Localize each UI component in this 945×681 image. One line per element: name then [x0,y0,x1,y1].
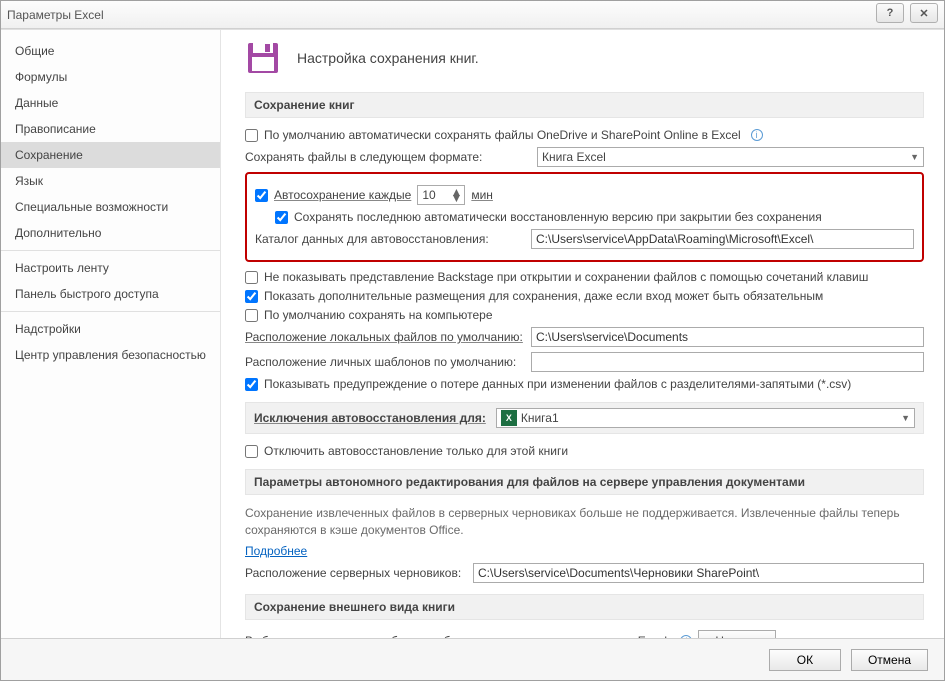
excel-icon: X [501,410,517,426]
dropdown-workbook[interactable]: X Книга1 ▼ [496,408,915,428]
sidebar-item-save[interactable]: Сохранение [1,142,220,168]
label-no-backstage: Не показывать представление Backstage пр… [264,270,868,284]
chevron-down-icon: ▼ [910,152,919,162]
label-local-path: Расположение локальных файлов по умолчан… [245,330,525,344]
row-keep-last-autosaved: Сохранять последнюю автоматически восста… [275,210,914,224]
input-recovery-path-value: C:\Users\service\AppData\Roaming\Microso… [536,232,813,246]
sidebar-separator [1,311,220,312]
options-dialog: Параметры Excel ? ✕ Общие Формулы Данные… [0,0,945,681]
row-save-local: По умолчанию сохранять на компьютере [245,308,924,322]
label-csv-warning: Показывать предупреждение о потере данны… [264,377,851,391]
label-keep-last-autosaved: Сохранять последнюю автоматически восста… [294,210,822,224]
checkbox-keep-last-autosaved[interactable] [275,211,288,224]
save-icon [245,40,281,76]
help-button[interactable]: ? [876,3,904,23]
section-exclusions-title: Исключения автовосстановления для: X Кни… [245,402,924,434]
input-drafts-path[interactable]: C:\Users\service\Documents\Черновики Sha… [473,563,924,583]
checkbox-autosave-cloud[interactable] [245,129,258,142]
row-no-backstage: Не показывать представление Backstage пр… [245,270,924,284]
sidebar-item-trust-center[interactable]: Центр управления безопасностью [1,342,220,368]
offline-note-text: Сохранение извлеченных файлов в серверны… [245,505,924,539]
chevron-down-icon: ▼ [901,413,910,423]
dropdown-save-format[interactable]: Книга Excel ▼ [537,147,924,167]
input-drafts-path-value: C:\Users\service\Documents\Черновики Sha… [478,566,759,580]
label-drafts-path: Расположение серверных черновиков: [245,566,467,580]
row-show-additional: Показать дополнительные размещения для с… [245,289,924,303]
sidebar-separator [1,250,220,251]
checkbox-save-local[interactable] [245,309,258,322]
info-icon[interactable]: i [680,635,692,638]
row-autosave-cloud: По умолчанию автоматически сохранять фай… [245,128,924,142]
close-button[interactable]: ✕ [910,3,938,23]
checkbox-autosave-interval[interactable] [255,189,268,202]
label-templates-path: Расположение личных шаблонов по умолчани… [245,355,525,369]
ok-button[interactable]: ОК [769,649,841,671]
panel-title: Настройка сохранения книг. [297,50,479,66]
titlebar: Параметры Excel ? ✕ [1,1,944,29]
input-templates-path[interactable] [531,352,924,372]
row-offline-note: Сохранение извлеченных файлов в серверны… [245,505,924,539]
cancel-button[interactable]: Отмена [851,649,928,671]
sidebar-item-addins[interactable]: Надстройки [1,316,220,342]
panel-header: Настройка сохранения книг. [245,40,924,76]
section-offline-title: Параметры автономного редактирования для… [245,469,924,495]
row-disable-autorecover: Отключить автовосстановление только для … [245,444,924,458]
checkbox-csv-warning[interactable] [245,378,258,391]
sidebar-item-general[interactable]: Общие [1,38,220,64]
label-colors: Выберите цвета, которые будут отображать… [245,634,670,638]
button-colors[interactable]: Цвета... [698,630,775,638]
sidebar-item-data[interactable]: Данные [1,90,220,116]
dropdown-save-format-value: Книга Excel [542,150,606,164]
input-local-path-value: C:\Users\service\Documents [536,330,688,344]
label-save-format: Сохранять файлы в следующем формате: [245,150,531,164]
sidebar-item-accessibility[interactable]: Специальные возможности [1,194,220,220]
input-recovery-path[interactable]: C:\Users\service\AppData\Roaming\Microso… [531,229,914,249]
checkbox-no-backstage[interactable] [245,271,258,284]
label-recovery-path: Каталог данных для автовосстановления: [255,232,525,246]
section-save-books-title: Сохранение книг [245,92,924,118]
dropdown-workbook-value: Книга1 [521,411,559,425]
sidebar-item-customize-ribbon[interactable]: Настроить ленту [1,255,220,281]
row-autosave-interval: Автосохранение каждые 10 ▲▼ мин [255,185,914,205]
input-local-path[interactable]: C:\Users\service\Documents [531,327,924,347]
label-show-additional: Показать дополнительные размещения для с… [264,289,823,303]
row-csv-warning: Показывать предупреждение о потере данны… [245,377,924,391]
link-more[interactable]: Подробнее [245,544,307,558]
sidebar-item-formulas[interactable]: Формулы [1,64,220,90]
row-colors: Выберите цвета, которые будут отображать… [245,630,924,638]
sidebar-item-language[interactable]: Язык [1,168,220,194]
window-title: Параметры Excel [7,8,104,22]
label-autosave-cloud: По умолчанию автоматически сохранять фай… [264,128,741,142]
settings-panel: Настройка сохранения книг. Сохранение кн… [221,30,944,638]
sidebar-item-advanced[interactable]: Дополнительно [1,220,220,246]
label-save-local: По умолчанию сохранять на компьютере [264,308,493,322]
row-templates-path: Расположение личных шаблонов по умолчани… [245,352,924,372]
label-minutes: мин [471,188,493,202]
row-recovery-path: Каталог данных для автовосстановления: C… [255,229,914,249]
row-offline-more: Подробнее [245,544,924,558]
button-colors-label: Цвета... [715,634,758,638]
sidebar-item-quick-access[interactable]: Панель быстрого доступа [1,281,220,307]
label-disable-autorecover: Отключить автовосстановление только для … [264,444,568,458]
checkbox-show-additional[interactable] [245,290,258,303]
info-icon[interactable]: i [751,129,763,141]
label-exclusions: Исключения автовосстановления для: [254,411,486,425]
row-save-format: Сохранять файлы в следующем формате: Кни… [245,147,924,167]
checkbox-disable-autorecover[interactable] [245,445,258,458]
section-appearance-title: Сохранение внешнего вида книги [245,594,924,620]
spinner-autosave-minutes[interactable]: 10 ▲▼ [417,185,465,205]
spinner-value: 10 [422,188,435,202]
autosave-highlight: Автосохранение каждые 10 ▲▼ мин Сохранят… [245,172,924,262]
sidebar-item-proofing[interactable]: Правописание [1,116,220,142]
row-drafts-path: Расположение серверных черновиков: C:\Us… [245,563,924,583]
dialog-body: Общие Формулы Данные Правописание Сохран… [1,29,944,638]
dialog-footer: ОК Отмена [1,638,944,680]
category-sidebar: Общие Формулы Данные Правописание Сохран… [1,30,221,638]
label-autosave-interval: Автосохранение каждые [274,188,411,202]
spinner-arrows[interactable]: ▲▼ [450,189,462,201]
row-local-path: Расположение локальных файлов по умолчан… [245,327,924,347]
window-controls: ? ✕ [876,3,938,23]
